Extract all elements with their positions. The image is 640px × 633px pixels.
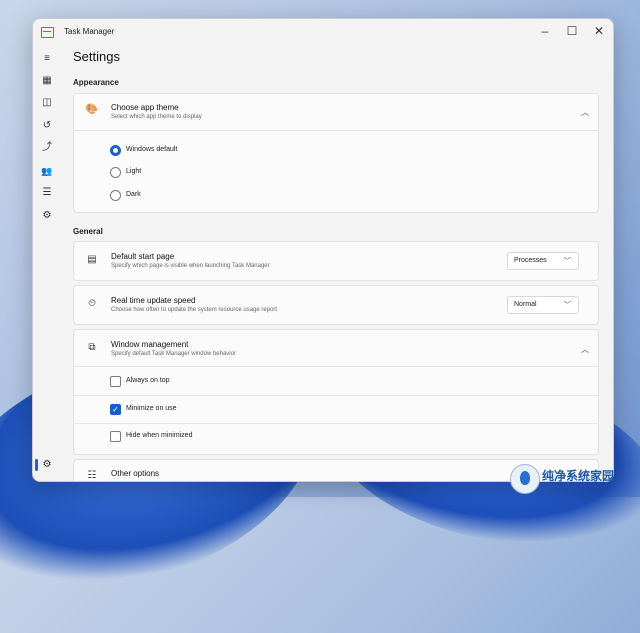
close-button[interactable]: ✕ — [586, 21, 612, 41]
theme-subtitle: Select which app theme to display — [111, 114, 202, 120]
maximize-button[interactable]: ☐ — [559, 21, 585, 41]
window-icon: ⧉ — [88, 342, 96, 353]
checkbox-label: Minimize on use — [126, 405, 177, 412]
settings-icon[interactable]: ⚙ — [39, 457, 55, 473]
checkbox-label: Hide when minimized — [126, 432, 193, 439]
watermark-text: 纯净系统家园 — [542, 469, 615, 483]
watermark-logo-icon — [510, 464, 540, 494]
start-page-dropdown[interactable]: Processes ﹀ — [507, 252, 579, 270]
update-speed-subtitle: Choose how often to update the system re… — [111, 307, 278, 313]
list-icon: ☷ — [87, 470, 97, 481]
radio-windows-default[interactable] — [110, 145, 121, 156]
startup-apps-icon[interactable]: ⤴ — [39, 140, 55, 156]
chevron-down-icon: ﹀ — [564, 302, 571, 309]
checkbox-minimize-on-use[interactable]: ✓ — [110, 404, 121, 415]
window-management-title: Window management — [111, 340, 189, 349]
radio-dark[interactable] — [110, 190, 121, 201]
checkbox-always-on-top[interactable] — [110, 376, 121, 387]
chevron-up-icon[interactable]: ︿ — [581, 107, 589, 118]
chevron-down-icon: ﹀ — [564, 258, 571, 265]
divider — [74, 395, 598, 396]
details-icon[interactable]: ☰ — [39, 185, 55, 201]
settings-page: Settings Appearance 🎨 Choose app theme S… — [61, 45, 611, 481]
app-history-icon[interactable]: ↺ — [39, 118, 55, 134]
sidebar: ≡ ▦ ◫ ↺ ⤴ 👥 ☰ ⚙ ⚙ — [33, 45, 61, 481]
update-speed-card: ⏲ Real time update speed Choose how ofte… — [73, 285, 599, 325]
update-speed-title: Real time update speed — [111, 296, 196, 305]
radio-label: Windows default — [126, 146, 178, 153]
theme-title: Choose app theme — [111, 103, 179, 112]
radio-label: Dark — [126, 191, 141, 198]
watermark-url: www.yidaimei.com — [544, 483, 602, 490]
radio-label: Light — [126, 168, 142, 175]
speed-icon: ⏲ — [88, 298, 96, 309]
start-page-title: Default start page — [111, 252, 175, 261]
window-title: Task Manager — [64, 27, 115, 36]
title-bar[interactable]: Task Manager – ☐ ✕ — [33, 19, 613, 45]
update-speed-value: Normal — [514, 301, 537, 308]
active-nav-indicator — [35, 459, 38, 471]
task-manager-app-icon — [41, 27, 54, 38]
services-icon[interactable]: ⚙ — [39, 208, 55, 224]
page-title: Settings — [73, 49, 120, 64]
checkbox-hide-when-minimized[interactable] — [110, 431, 121, 442]
palette-icon: 🎨 — [85, 104, 99, 115]
section-heading-general: General — [73, 227, 103, 236]
update-speed-dropdown[interactable]: Normal ﹀ — [507, 296, 579, 314]
radio-light[interactable] — [110, 167, 121, 178]
start-page-subtitle: Specify which page is visible when launc… — [111, 263, 270, 269]
window-management-subtitle: Specify default Task Manager window beha… — [111, 351, 236, 357]
window-management-card: ⧉ Window management Specify default Task… — [73, 329, 599, 455]
start-page-value: Processes — [514, 257, 547, 264]
hamburger-menu-icon[interactable]: ≡ — [39, 51, 55, 67]
task-manager-window: Task Manager – ☐ ✕ ≡ ▦ ◫ ↺ ⤴ 👥 ☰ ⚙ ⚙ Set… — [32, 18, 614, 482]
divider — [74, 423, 598, 424]
processes-icon[interactable]: ▦ — [39, 73, 55, 89]
divider — [74, 366, 598, 367]
checkbox-label: Always on top — [126, 377, 170, 384]
other-options-title: Other options — [111, 469, 160, 478]
chevron-up-icon[interactable]: ︿ — [581, 344, 589, 355]
minimize-button[interactable]: – — [532, 21, 558, 41]
start-page-icon: ▤ — [87, 254, 97, 265]
default-start-page-card: ▤ Default start page Specify which page … — [73, 241, 599, 281]
section-heading-appearance: Appearance — [73, 78, 119, 87]
site-watermark: 纯净系统家园 www.yidaimei.com — [510, 464, 638, 496]
divider — [74, 130, 598, 131]
users-icon[interactable]: 👥 — [39, 163, 55, 179]
app-theme-card: 🎨 Choose app theme Select which app them… — [73, 93, 599, 213]
performance-icon[interactable]: ◫ — [39, 95, 55, 111]
